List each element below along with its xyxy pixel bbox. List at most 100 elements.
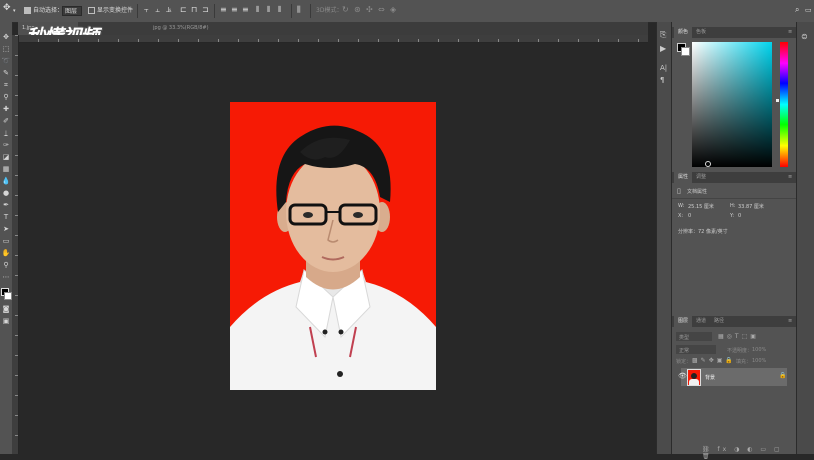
3d-slide-icon[interactable]: ⇔ (378, 5, 385, 15)
eraser-tool-icon[interactable]: ◪ (1, 152, 11, 162)
align-left-icon[interactable]: ⊏ (180, 5, 187, 15)
align-top-icon[interactable]: ⫟ (144, 5, 149, 15)
background-color-swatch[interactable] (4, 292, 12, 300)
background-color-swatch[interactable] (681, 47, 690, 56)
pen-tool-icon[interactable]: ✒ (1, 200, 11, 210)
hue-slider[interactable] (780, 42, 788, 167)
3d-rotate-icon[interactable]: ↻ (342, 5, 349, 15)
fill-value[interactable]: 100% (752, 358, 766, 364)
more-tools-icon[interactable]: ⋯ (1, 272, 11, 282)
divider (291, 4, 292, 18)
blend-mode-value: 正常 (679, 348, 690, 354)
paragraph-icon[interactable]: ¶ (660, 76, 664, 84)
shape-tool-icon[interactable]: ▭ (1, 236, 11, 246)
distribute-hcenter-icon[interactable]: ⦀ (267, 5, 271, 15)
distribute-right-icon[interactable]: ⦀ (278, 5, 282, 15)
tab-document-2[interactable]: jpg @ 33.3%(RGB/8#) (149, 22, 269, 35)
history-icon[interactable]: ⎘ (660, 30, 666, 40)
tab-channels[interactable]: 通道 (692, 316, 710, 327)
layers-footer-icons[interactable]: ⛓ fx ◑ ◐ ▭ ▢ 🗑 (702, 446, 796, 460)
tab-layers[interactable]: 图层 (674, 316, 693, 327)
gradient-tool-icon[interactable]: ▦ (1, 164, 11, 174)
marquee-tool-icon[interactable]: ⬚ (1, 44, 11, 54)
properties-heading: 文档属性 (687, 189, 708, 195)
distribute-bottom-icon[interactable]: ≡ (242, 5, 249, 15)
workspace-icon[interactable]: ▭ (805, 5, 812, 15)
move-tool-icon[interactable]: ✥ (1, 32, 11, 42)
search-icon[interactable]: ⌕ (795, 5, 799, 15)
eye-icon[interactable]: 👁 (678, 372, 687, 380)
3d-scale-icon[interactable]: ◈ (390, 5, 396, 15)
align-right-icon[interactable]: ⊐ (202, 5, 209, 15)
dodge-tool-icon[interactable]: ● (1, 188, 11, 198)
libraries-icon[interactable]: ⊜ (801, 32, 808, 41)
clone-stamp-tool-icon[interactable]: ⍊ (1, 128, 11, 138)
quick-select-tool-icon[interactable]: ✎ (1, 68, 11, 78)
layer-name[interactable]: 背景 (705, 374, 715, 381)
hue-slider-handle[interactable] (776, 99, 779, 102)
align-hcenter-icon[interactable]: ⊓ (191, 5, 197, 15)
align-bottom-icon[interactable]: ⫡ (166, 5, 171, 15)
eyedropper-tool-icon[interactable]: ⚲ (1, 92, 11, 102)
blend-mode-dropdown[interactable]: 正常 (676, 345, 716, 354)
lasso-tool-icon[interactable]: ➰ (1, 56, 11, 66)
blur-tool-icon[interactable]: 💧 (1, 176, 11, 186)
panel-menu-icon[interactable]: ≡ (788, 174, 794, 180)
3d-drag-icon[interactable]: ✣ (366, 5, 373, 15)
lock-icon[interactable]: 🔒 (779, 372, 786, 379)
x-value[interactable]: 0 (688, 213, 691, 219)
opacity-label: 不透明度： (727, 348, 753, 354)
opacity-value[interactable]: 100% (752, 347, 766, 353)
document-icon: ▯ (677, 187, 681, 195)
tab-swatches[interactable]: 色板 (692, 27, 710, 38)
align-vcenter-icon[interactable]: ⫠ (155, 5, 160, 15)
distribute-vcenter-icon[interactable]: ≡ (231, 5, 238, 15)
layer-row-background[interactable]: 👁 背景 🔒 (678, 368, 787, 386)
layer-thumbnail (687, 369, 701, 386)
tab-color[interactable]: 颜色 (674, 27, 693, 38)
type-tool-icon[interactable]: T (1, 212, 11, 222)
auto-select-checkbox[interactable] (24, 7, 31, 14)
divider (214, 4, 215, 18)
tab-properties[interactable]: 属性 (674, 172, 693, 183)
y-value[interactable]: 0 (738, 213, 741, 219)
color-picker-field[interactable] (692, 42, 772, 167)
zoom-tool-icon[interactable]: ⚲ (1, 260, 11, 270)
auto-select-dropdown[interactable]: 图层 (62, 6, 82, 16)
lock-icons[interactable]: ▩✎✥▣🔒 (692, 357, 736, 364)
screen-mode-icon[interactable]: ▣ (1, 316, 11, 326)
layer-filter-dropdown[interactable]: 类型 (676, 332, 712, 341)
crop-tool-icon[interactable]: ⌗ (1, 80, 11, 90)
distribute-top-icon[interactable]: ≡ (220, 5, 227, 15)
quick-mask-icon[interactable]: ◙ (1, 304, 11, 314)
height-value[interactable]: 33.87 厘米 (738, 203, 764, 210)
show-transform-checkbox[interactable] (88, 7, 95, 14)
hand-tool-icon[interactable]: ✋ (1, 248, 11, 258)
color-picker-cursor[interactable] (705, 161, 711, 167)
distribute-left-icon[interactable]: ⦀ (256, 5, 260, 15)
tab-paths[interactable]: 路径 (710, 316, 728, 327)
panels-column: 颜色 色板 ≡ 属性 调整 ≡ ▯ 文档属性 W: 25.15 厘米 H: 33… (672, 22, 796, 460)
width-label: W: (678, 203, 685, 209)
vertical-ruler (12, 35, 19, 454)
actions-play-icon[interactable]: ▶ (660, 44, 666, 53)
horizontal-ruler (18, 35, 648, 43)
panel-menu-icon[interactable]: ≡ (788, 29, 794, 35)
filter-kind-label: 类型 (679, 335, 690, 341)
id-photo-image[interactable] (230, 102, 436, 390)
brush-tool-icon[interactable]: ✐ (1, 116, 11, 126)
tab-adjustments[interactable]: 调整 (692, 172, 710, 183)
divider (672, 198, 796, 199)
character-icon[interactable]: A| (660, 64, 667, 72)
properties-panel-header: 属性 调整 ≡ (672, 172, 796, 183)
healing-brush-tool-icon[interactable]: ✚ (1, 104, 11, 114)
auto-align-icon[interactable]: ⫼ (297, 5, 301, 15)
panel-menu-icon[interactable]: ≡ (788, 318, 794, 324)
layer-filter-icons[interactable]: ▦◎T⬚▣ (718, 333, 759, 340)
width-value[interactable]: 25.15 厘米 (688, 203, 714, 210)
3d-roll-icon[interactable]: ⊛ (354, 5, 361, 15)
move-tool-icon[interactable]: ✥ (3, 3, 11, 13)
tool-preset-dropdown[interactable]: ▾ (13, 6, 16, 16)
path-select-tool-icon[interactable]: ➤ (1, 224, 11, 234)
history-brush-tool-icon[interactable]: ✑ (1, 140, 11, 150)
